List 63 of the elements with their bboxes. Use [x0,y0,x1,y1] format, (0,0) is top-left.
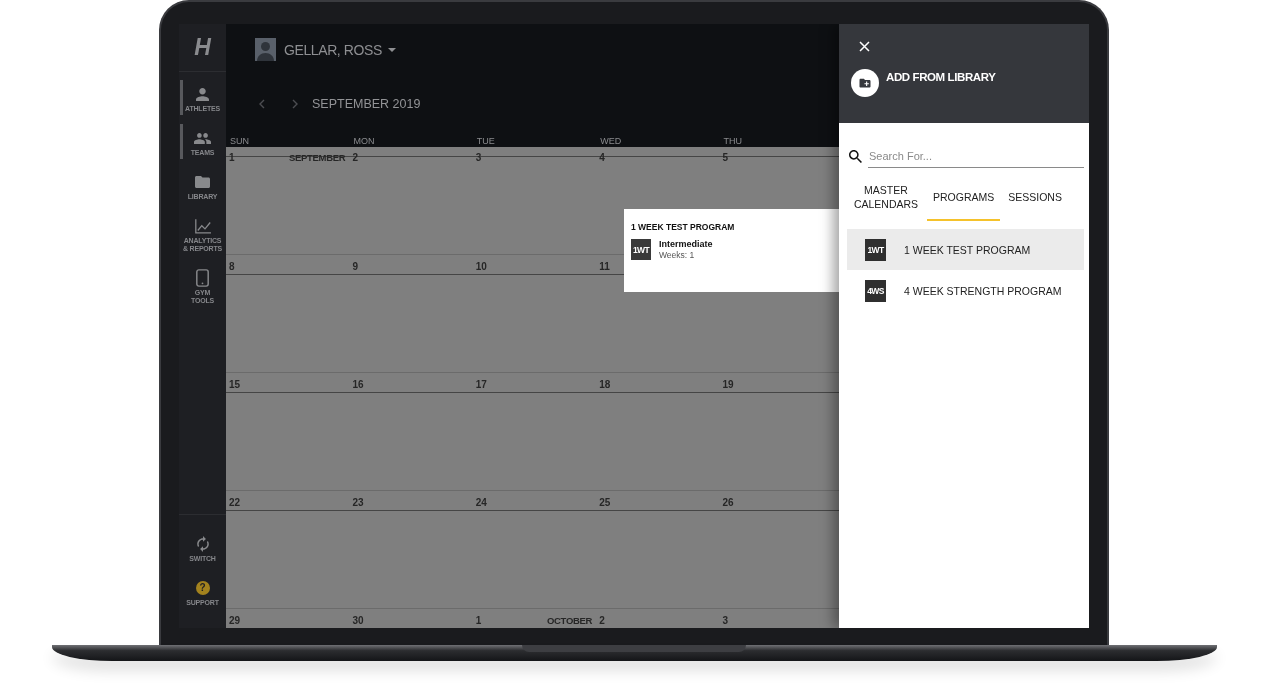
date-number: 1 [229,153,235,162]
panel-title: ADD FROM LIBRARY [886,71,996,83]
date-number: 15 [229,379,241,390]
refresh-icon [196,536,209,552]
date-number: 25 [599,497,611,508]
weekday-label: MON [353,136,375,146]
date-number: 3 [722,615,729,626]
close-button[interactable] [858,40,871,53]
weekday-label: WED [600,136,622,146]
month-label: SEPTEMBER [288,153,346,162]
date-number: 18 [599,379,611,390]
person-icon [196,87,209,101]
program-weeks: Weeks: 1 [659,250,696,260]
avatar-icon [255,38,276,61]
add-folder-icon [851,69,879,97]
folder-icon [195,176,210,188]
date-number: 24 [475,497,487,508]
date-number: 29 [229,615,241,626]
date-number: 8 [229,261,235,272]
date-number: 3 [475,153,482,162]
date-number: 10 [475,261,487,272]
date-number: 30 [352,615,364,626]
date-number: 17 [475,379,487,390]
month-title: SEPTEMBER 2019 [312,97,421,111]
date-number: 2 [352,153,358,162]
help-icon: ? [195,581,210,595]
program-list-item[interactable]: 1WT 1 WEEK TEST PROGRAM [847,229,1084,270]
chevron-left-icon [259,99,265,109]
tablet-icon [196,269,209,287]
date-number: 16 [352,379,364,390]
tab[interactable]: PROGRAMS [927,179,1001,221]
month-label: OCTOBER [546,615,593,626]
weekday-label: SUN [230,136,249,146]
close-icon [859,41,870,52]
caret-icon [387,47,396,52]
date-number: 4 [599,153,605,162]
card-title: 1 WEEK TEST PROGRAM [631,222,736,232]
date-number: 19 [722,379,734,390]
date-number: 9 [352,261,358,272]
user-menu-button[interactable]: GELLAR, ROSS [284,41,396,58]
drag-preview-card[interactable]: 1 WEEK TEST PROGRAM 1WT Intermediate Weeks: 1 [624,209,839,292]
tab[interactable]: MASTER CALENDARS [847,179,925,221]
date-number: 5 [722,153,729,162]
people-icon [194,132,211,144]
program-difficulty: Intermediate [659,239,713,249]
weekday-label: TUE [476,136,495,146]
date-number: 26 [722,497,734,508]
date-number: 2 [599,615,605,626]
logo[interactable]: H [194,36,211,59]
weekday-label: THU [723,136,743,146]
program-list-item[interactable]: 4WS 4 WEEK STRENGTH PROGRAM [847,270,1084,311]
search-icon [849,150,862,163]
program-badge: 1WT [865,238,886,261]
line-chart-icon [194,218,211,234]
chevron-right-icon [292,99,298,109]
program-badge: 1WT [631,239,651,260]
tab[interactable]: SESSIONS [1002,179,1068,221]
date-number: 1 [475,615,482,626]
program-badge: 4WS [865,279,886,302]
search-field[interactable]: Search For... [868,145,1084,168]
date-number: 22 [229,497,241,508]
date-number: 11 [599,261,610,272]
date-number: 23 [352,497,364,508]
